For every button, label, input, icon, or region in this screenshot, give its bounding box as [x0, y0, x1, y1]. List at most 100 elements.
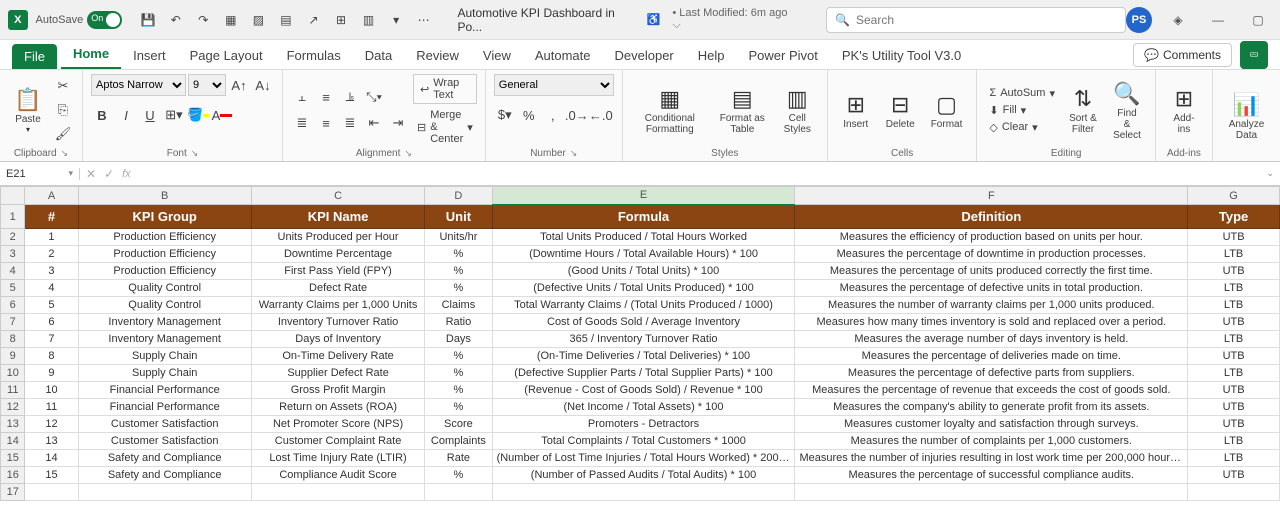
number-dialog-launcher-icon[interactable]: ↘ [570, 148, 578, 159]
data-cell[interactable]: Measures the number of complaints per 1,… [795, 433, 1188, 450]
data-cell[interactable] [425, 484, 492, 501]
data-cell[interactable]: (Number of Lost Time Injuries / Total Ho… [492, 450, 795, 467]
data-cell[interactable]: % [425, 399, 492, 416]
decrease-decimal-icon[interactable]: ←.0 [590, 104, 612, 126]
data-cell[interactable]: (Defective Units / Total Units Produced)… [492, 280, 795, 297]
data-cell[interactable]: (Defective Supplier Parts / Total Suppli… [492, 365, 795, 382]
col-header-f[interactable]: F [795, 187, 1188, 205]
row-header[interactable]: 15 [1, 450, 25, 467]
qat-share-icon[interactable]: ↗ [304, 10, 324, 30]
qat-table-icon[interactable]: ▥ [359, 10, 379, 30]
col-header-b[interactable]: B [78, 187, 251, 205]
data-cell[interactable]: Days of Inventory [251, 331, 424, 348]
row-header[interactable]: 12 [1, 399, 25, 416]
format-as-table-button[interactable]: ▤Format as Table [713, 81, 772, 139]
data-cell[interactable]: Measures the percentage of units produce… [795, 263, 1188, 280]
font-size-select[interactable]: 9 [188, 74, 226, 96]
data-cell[interactable]: Compliance Audit Score [251, 467, 424, 484]
data-cell[interactable]: Measures the number of injuries resultin… [795, 450, 1188, 467]
tab-formulas[interactable]: Formulas [275, 42, 353, 69]
data-cell[interactable]: Measures the percentage of successful co… [795, 467, 1188, 484]
data-cell[interactable]: Total Complaints / Total Customers * 100… [492, 433, 795, 450]
data-cell[interactable]: (Number of Passed Audits / Total Audits)… [492, 467, 795, 484]
name-box[interactable]: E21▾ [0, 168, 80, 180]
data-cell[interactable]: On-Time Delivery Rate [251, 348, 424, 365]
align-top-icon[interactable]: ⫠ [291, 86, 313, 108]
data-cell[interactable]: Measures the percentage of downtime in p… [795, 246, 1188, 263]
data-cell[interactable]: Quality Control [78, 280, 251, 297]
data-cell[interactable]: (Revenue - Cost of Goods Sold) / Revenue… [492, 382, 795, 399]
data-cell[interactable]: Gross Profit Margin [251, 382, 424, 399]
data-cell[interactable]: (Good Units / Total Units) * 100 [492, 263, 795, 280]
data-cell[interactable]: Production Efficiency [78, 229, 251, 246]
qat-icon-3[interactable]: ▤ [276, 10, 296, 30]
table-header-cell[interactable]: Unit [425, 205, 492, 229]
autosum-button[interactable]: ΣAutoSum ▾ [985, 86, 1059, 101]
align-right-icon[interactable]: ≣ [339, 112, 361, 134]
data-cell[interactable]: Warranty Claims per 1,000 Units [251, 297, 424, 314]
search-box[interactable]: 🔍 [826, 7, 1126, 33]
data-cell[interactable]: LTB [1188, 297, 1280, 314]
table-header-cell[interactable]: Type [1188, 205, 1280, 229]
increase-font-icon[interactable]: A↑ [228, 74, 250, 96]
currency-icon[interactable]: $▾ [494, 104, 516, 126]
data-cell[interactable]: Safety and Compliance [78, 467, 251, 484]
data-cell[interactable] [492, 484, 795, 501]
addins-button[interactable]: ⊞Add-ins [1164, 81, 1204, 139]
data-cell[interactable]: Measures the average number of days inve… [795, 331, 1188, 348]
data-cell[interactable]: Measures the number of warranty claims p… [795, 297, 1188, 314]
data-cell[interactable]: Cost of Goods Sold / Average Inventory [492, 314, 795, 331]
table-header-cell[interactable]: Definition [795, 205, 1188, 229]
row-header[interactable]: 1 [1, 205, 25, 229]
data-cell[interactable]: UTB [1188, 229, 1280, 246]
insert-cells-button[interactable]: ⊞Insert [836, 87, 876, 134]
data-cell[interactable]: Customer Complaint Rate [251, 433, 424, 450]
data-cell[interactable]: Total Units Produced / Total Hours Worke… [492, 229, 795, 246]
font-color-button[interactable]: A [211, 104, 233, 126]
data-cell[interactable]: 12 [25, 416, 78, 433]
data-cell[interactable]: Score [425, 416, 492, 433]
data-cell[interactable]: UTB [1188, 314, 1280, 331]
qat-icon-2[interactable]: ▨ [249, 10, 269, 30]
increase-decimal-icon[interactable]: .0→ [566, 104, 588, 126]
row-header[interactable]: 14 [1, 433, 25, 450]
data-cell[interactable]: Units Produced per Hour [251, 229, 424, 246]
row-header[interactable]: 13 [1, 416, 25, 433]
data-cell[interactable]: % [425, 467, 492, 484]
tab-home[interactable]: Home [61, 40, 121, 69]
data-cell[interactable]: Financial Performance [78, 382, 251, 399]
row-header[interactable]: 11 [1, 382, 25, 399]
data-cell[interactable]: 3 [25, 263, 78, 280]
col-header-d[interactable]: D [425, 187, 492, 205]
accessibility-icon[interactable]: ♿ [647, 13, 661, 26]
data-cell[interactable]: Net Promoter Score (NPS) [251, 416, 424, 433]
find-select-button[interactable]: 🔍Find & Select [1107, 76, 1147, 145]
row-header[interactable]: 4 [1, 263, 25, 280]
comma-icon[interactable]: , [542, 104, 564, 126]
data-cell[interactable]: Complaints [425, 433, 492, 450]
decrease-font-icon[interactable]: A↓ [252, 74, 274, 96]
data-cell[interactable]: LTB [1188, 433, 1280, 450]
data-cell[interactable]: % [425, 348, 492, 365]
tab-view[interactable]: View [471, 42, 523, 69]
col-header-e[interactable]: E [492, 187, 795, 205]
tab-developer[interactable]: Developer [603, 42, 686, 69]
data-cell[interactable]: First Pass Yield (FPY) [251, 263, 424, 280]
data-cell[interactable]: Safety and Compliance [78, 450, 251, 467]
percent-icon[interactable]: % [518, 104, 540, 126]
align-center-icon[interactable]: ≡ [315, 112, 337, 134]
data-cell[interactable]: % [425, 246, 492, 263]
orientation-icon[interactable]: ⤡▾ [363, 86, 385, 108]
data-cell[interactable]: Production Efficiency [78, 263, 251, 280]
format-painter-icon[interactable]: 🖌 [52, 123, 74, 145]
col-header-c[interactable]: C [251, 187, 424, 205]
delete-cells-button[interactable]: ⊟Delete [880, 87, 921, 134]
table-header-cell[interactable]: Formula [492, 205, 795, 229]
data-cell[interactable]: Ratio [425, 314, 492, 331]
data-cell[interactable]: Measures the company's ability to genera… [795, 399, 1188, 416]
data-cell[interactable]: % [425, 280, 492, 297]
data-cell[interactable]: UTB [1188, 382, 1280, 399]
data-cell[interactable]: Measures the efficiency of production ba… [795, 229, 1188, 246]
data-cell[interactable] [78, 484, 251, 501]
diamond-icon[interactable]: ◈ [1164, 6, 1192, 34]
